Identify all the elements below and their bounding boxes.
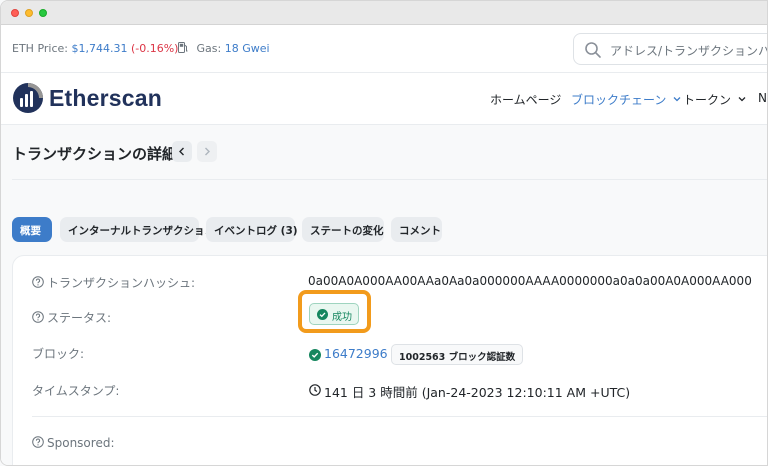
transaction-details-card: トランザクションハッシュ: 0a00A0A000AA00AAa0Aa0a0000… [12, 255, 767, 465]
gas-price: Gas: 18 Gwei [178, 42, 270, 55]
nav-tokens[interactable]: トークン [683, 91, 746, 108]
tab-overview[interactable]: 概要 [12, 217, 52, 242]
status-label: ステータス: [32, 309, 111, 326]
eth-price-change: (-0.16%) [130, 42, 179, 55]
status-label-text: ステータス: [47, 311, 112, 325]
nav-blockchain[interactable]: ブロックチェーン [571, 91, 681, 108]
status-value: 成功 [332, 312, 352, 323]
nav-nfts[interactable]: NF [758, 91, 767, 105]
logo-text[interactable]: Etherscan [49, 85, 162, 112]
transaction-hash: 0a00A0A000AA00AAa0Aa0a000000AAAA0000000a… [308, 274, 752, 288]
block-number-link[interactable]: 16472996 [324, 346, 388, 361]
card-divider [32, 416, 767, 417]
eth-price: ETH Price: $1,744.31 (-0.16%) [12, 42, 178, 55]
search-icon [585, 42, 601, 58]
page-title: トランザクションの詳細 [12, 145, 178, 163]
chevron-left-icon [179, 147, 184, 156]
etherscan-logo-icon[interactable] [12, 82, 44, 114]
check-circle-icon [309, 349, 321, 361]
timestamp-label: タイムスタンプ: [32, 384, 120, 398]
eth-price-value[interactable]: $1,744.31 [71, 42, 127, 55]
nav-blockchain-label: ブロックチェーン [571, 93, 667, 107]
chevron-right-icon [205, 147, 210, 156]
help-circle-icon[interactable] [32, 311, 44, 323]
tab-comments[interactable]: コメント [391, 217, 442, 242]
browser-window: ETH Price: $1,744.31 (-0.16%) Gas: 18 Gw… [0, 0, 768, 466]
window-titlebar [1, 1, 767, 25]
help-circle-icon[interactable] [32, 436, 44, 448]
search-input[interactable]: アドレス/トランザクションハッシュ [610, 42, 767, 59]
previous-transaction-button[interactable] [172, 141, 192, 162]
next-transaction-button[interactable] [197, 141, 217, 162]
gas-value[interactable]: 18 Gwei [225, 42, 270, 55]
hash-label-text: トランザクションハッシュ: [47, 276, 196, 290]
hash-label: トランザクションハッシュ: [32, 274, 195, 291]
gas-pump-icon [178, 42, 188, 53]
maximize-window-button[interactable] [39, 9, 47, 17]
minimize-window-button[interactable] [25, 9, 33, 17]
search-bar[interactable]: アドレス/トランザクションハッシュ [573, 33, 767, 65]
chevron-down-icon [673, 97, 681, 102]
sponsored-label-text: Sponsored: [47, 436, 115, 450]
block-confirmations-badge: 1002563 ブロック認証数 [391, 344, 524, 365]
nav-home[interactable]: ホームページ [490, 91, 561, 108]
stats-bar: ETH Price: $1,744.31 (-0.16%) Gas: 18 Gw… [1, 25, 767, 73]
close-window-button[interactable] [11, 9, 19, 17]
nav-tokens-label: トークン [683, 93, 732, 107]
block-label: ブロック: [32, 347, 85, 361]
tab-state-changes[interactable]: ステートの変化 [302, 217, 384, 242]
tab-event-logs[interactable]: イベントログ (3) [206, 217, 298, 242]
main-navbar: Etherscan ホームページ ブロックチェーン トークン NF [1, 73, 767, 125]
tab-internal-transactions[interactable]: インターナルトランザクション [60, 217, 215, 242]
check-circle-icon [317, 309, 328, 320]
clock-icon [309, 384, 321, 396]
title-divider [12, 179, 767, 180]
gas-label: Gas: [196, 42, 222, 55]
help-circle-icon[interactable] [32, 276, 44, 288]
timestamp-value: 141 日 3 時間前 (Jan-24-2023 12:10:11 AM +UT… [324, 385, 631, 400]
eth-price-label: ETH Price: [12, 42, 68, 55]
sponsored-label: Sponsored: [32, 436, 115, 450]
status-badge: 成功 [309, 303, 359, 325]
chevron-down-icon [738, 97, 746, 102]
page-content: トランザクションの詳細 概要 インターナルトランザクション イベントログ (3)… [1, 125, 767, 465]
